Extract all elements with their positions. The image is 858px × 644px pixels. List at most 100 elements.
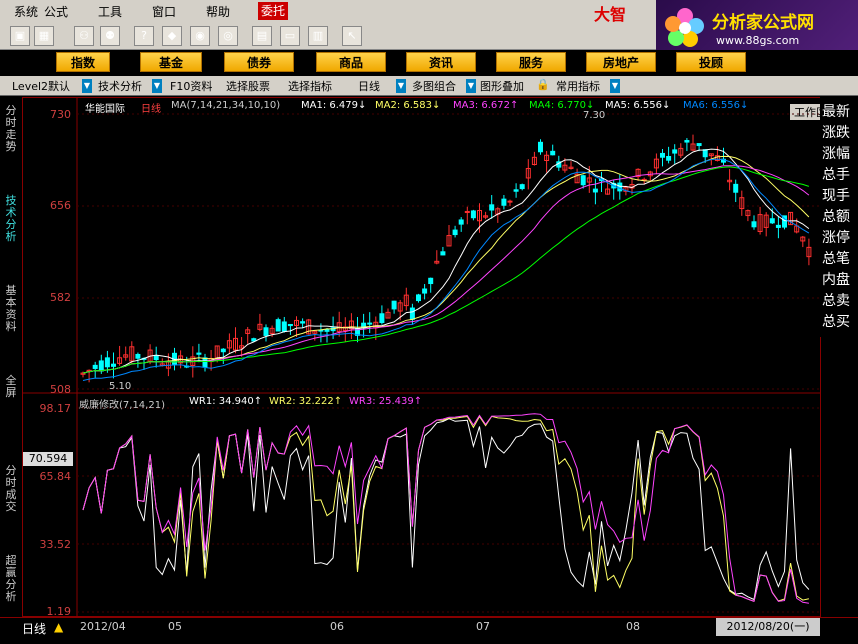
candle-body xyxy=(684,140,690,143)
dropdown-arrow-icon[interactable]: ▼ xyxy=(152,79,162,93)
rp-amount: 总额 xyxy=(822,209,850,225)
menu-help[interactable]: 帮助 xyxy=(206,3,230,20)
rp-change: 涨跌 xyxy=(822,125,850,141)
tab-select-stock[interactable]: 选择股票 xyxy=(226,78,270,94)
vtab-tick[interactable]: 分时成交 xyxy=(2,465,20,513)
candle-body xyxy=(251,338,257,342)
triangle-up-icon[interactable]: ▲ xyxy=(54,620,63,634)
window-icon[interactable]: ▭ xyxy=(280,26,300,46)
candle-body xyxy=(300,321,306,324)
candle-body xyxy=(98,360,104,372)
candle-body xyxy=(428,277,434,285)
wr2-value: WR2: 32.222↑ xyxy=(269,396,343,407)
cat-commodity[interactable]: 商品 xyxy=(316,52,386,72)
book-icon[interactable]: ▥ xyxy=(308,26,328,46)
trade-button[interactable]: 委托 xyxy=(258,2,288,20)
menu-tools[interactable]: 工具 xyxy=(98,3,122,20)
date-tick: 08 xyxy=(626,620,640,633)
candle-body xyxy=(580,175,586,186)
rp-pct: 涨幅 xyxy=(822,146,850,162)
rp-limit: 涨停 xyxy=(822,230,850,246)
date-tick: 2012/04 xyxy=(80,620,126,633)
candle-body xyxy=(409,307,415,320)
cat-advisor[interactable]: 投顾 xyxy=(676,52,746,72)
tab-tech[interactable]: 技术分析 xyxy=(98,78,142,94)
rp-volume: 总手 xyxy=(822,167,850,183)
price-tick: 508 xyxy=(50,383,71,396)
group-icon[interactable]: ⚉ xyxy=(100,26,120,46)
stock-icon[interactable]: ◉ xyxy=(190,26,210,46)
candle-body xyxy=(196,352,202,355)
date-tick: 06 xyxy=(330,620,344,633)
tab-overlay[interactable]: 图形叠加 xyxy=(480,78,524,94)
rp-trades: 总笔 xyxy=(822,251,850,267)
price-tick: 656 xyxy=(50,199,71,212)
cat-bond[interactable]: 债券 xyxy=(224,52,294,72)
lock-icon[interactable]: 🔒 xyxy=(536,78,550,91)
cat-index[interactable]: 指数 xyxy=(56,52,110,72)
vtab-technical[interactable]: 技术分析 xyxy=(2,195,20,243)
ma5-value: MA5: 6.556↓ xyxy=(605,100,671,111)
candle-body xyxy=(550,150,556,156)
left-tab-bar: 分时走势 技术分析 基本资料 全屏 分时成交 超赢分析 xyxy=(0,97,22,617)
candle-body xyxy=(275,319,281,332)
flag-icon[interactable]: ▣ xyxy=(10,26,30,46)
candle-body xyxy=(666,156,672,161)
ma1-line xyxy=(82,148,810,374)
tab-level2[interactable]: Level2默认 xyxy=(12,78,70,94)
wr1-value: WR1: 34.940↑ xyxy=(189,396,263,407)
menu-window[interactable]: 窗口 xyxy=(152,3,176,20)
candle-body xyxy=(501,198,507,206)
period-switch[interactable]: 日线 xyxy=(22,620,46,637)
wr3-value: WR3: 25.439↑ xyxy=(349,396,423,407)
candle-body xyxy=(513,189,519,192)
period-label: 日线 xyxy=(141,104,161,115)
chart-canvas[interactable] xyxy=(23,98,820,616)
vtab-intraday[interactable]: 分时走势 xyxy=(2,105,20,153)
menu-system[interactable]: 系统 xyxy=(14,3,38,20)
candle-body xyxy=(422,288,428,294)
candle-body xyxy=(263,327,269,336)
dropdown-arrow-icon[interactable]: ▼ xyxy=(610,79,620,93)
tab-daily[interactable]: 日线 xyxy=(358,78,380,94)
print-icon[interactable]: ▤ xyxy=(252,26,272,46)
cat-news[interactable]: 资讯 xyxy=(406,52,476,72)
globe-icon[interactable]: ◎ xyxy=(218,26,238,46)
ma1-value: MA1: 6.479↓ xyxy=(301,100,367,111)
menu-formula[interactable]: 公式 xyxy=(44,3,68,20)
candle-body xyxy=(672,149,678,154)
pointer-help-icon[interactable]: ↖ xyxy=(342,26,362,46)
vtab-fullscreen[interactable]: 全屏 xyxy=(2,375,20,399)
indicator-name: 威廉修改(7,14,21) xyxy=(79,400,165,411)
binocular-icon[interactable]: ⚇ xyxy=(74,26,94,46)
high-marker: 7.30 xyxy=(583,110,606,121)
cat-service[interactable]: 服务 xyxy=(496,52,566,72)
candle-body xyxy=(104,357,110,368)
candle-body xyxy=(111,363,116,367)
quote-icon[interactable]: ▦ xyxy=(34,26,54,46)
chart-area[interactable]: 华能国际 日线 MA(7,14,21,34,10,10) MA1: 6.479↓… xyxy=(22,97,821,618)
dropdown-arrow-icon[interactable]: ▼ xyxy=(466,79,476,93)
candle-body xyxy=(92,364,98,369)
dropdown-arrow-icon[interactable]: ▼ xyxy=(396,79,406,93)
indicator-tick: 33.52 xyxy=(39,538,72,551)
candle-body xyxy=(281,321,287,332)
candle-body xyxy=(391,300,397,310)
dropdown-arrow-icon[interactable]: ▼ xyxy=(82,79,92,93)
diamond-icon[interactable]: ◆ xyxy=(162,26,182,46)
toolbar: ▣ ▦ ⚇ ⚉ ? ◆ ◉ ◎ ▤ ▭ ▥ ↖ xyxy=(0,22,656,50)
cat-realestate[interactable]: 房地产 xyxy=(586,52,656,72)
flower-icon xyxy=(665,8,704,47)
vtab-analysis[interactable]: 超赢分析 xyxy=(2,555,20,603)
vtab-fundamental[interactable]: 基本资料 xyxy=(2,285,20,333)
tab-select-indicator[interactable]: 选择指标 xyxy=(288,78,332,94)
tab-common-indicator[interactable]: 常用指标 xyxy=(556,78,600,94)
candle-body xyxy=(135,353,141,359)
candle-body xyxy=(507,200,513,203)
candle-body xyxy=(324,328,330,332)
right-quote-panel: 最新 涨跌 涨幅 总手 现手 总额 涨停 总笔 内盘 总卖 总买 xyxy=(820,97,858,337)
cat-fund[interactable]: 基金 xyxy=(140,52,202,72)
tab-f10[interactable]: F10资料 xyxy=(170,78,212,94)
help-icon[interactable]: ? xyxy=(134,26,154,46)
tab-multi-chart[interactable]: 多图组合 xyxy=(412,78,456,94)
